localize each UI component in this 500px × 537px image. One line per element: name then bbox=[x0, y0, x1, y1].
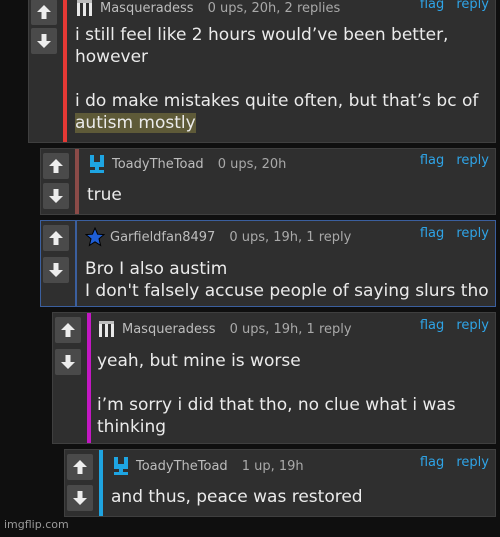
comment-content: Masqueradess 0 ups, 19h, 1 reply flag re… bbox=[97, 313, 495, 443]
comment-3: Garfieldfan8497 0 ups, 19h, 1 reply flag… bbox=[40, 220, 496, 307]
comment-body: i still feel like 2 hours would’ve been … bbox=[75, 24, 489, 134]
arrow-down-icon bbox=[73, 491, 87, 505]
comment-header: ToadyTheToad 0 ups, 20h flag reply bbox=[87, 153, 495, 175]
flag-link[interactable]: flag bbox=[420, 318, 444, 333]
reply-link[interactable]: reply bbox=[456, 0, 489, 12]
avatar[interactable] bbox=[111, 456, 131, 476]
comment-meta: 0 ups, 19h, 1 reply bbox=[229, 229, 352, 245]
comment-body: Bro I also austim I don't falsely accuse… bbox=[85, 258, 489, 302]
username-link[interactable]: Garfieldfan8497 bbox=[110, 230, 215, 245]
vote-column bbox=[41, 221, 71, 306]
comment-meta: 0 ups, 19h, 1 reply bbox=[229, 321, 352, 337]
thread-stripe bbox=[63, 0, 67, 142]
comment-text: yeah, but mine is worse bbox=[97, 351, 301, 371]
reply-link[interactable]: reply bbox=[456, 153, 489, 168]
username-link[interactable]: ToadyTheToad bbox=[112, 157, 204, 172]
vote-column bbox=[41, 149, 71, 214]
arrow-up-icon bbox=[49, 159, 63, 173]
comment-content: ToadyTheToad 1 up, 19h flag reply and th… bbox=[111, 450, 495, 516]
avatar-icon bbox=[114, 457, 128, 475]
username-link[interactable]: ToadyTheToad bbox=[136, 459, 228, 474]
reply-link[interactable]: reply bbox=[456, 226, 489, 241]
watermark: imgflip.com bbox=[4, 518, 69, 531]
flag-link[interactable]: flag bbox=[420, 455, 444, 470]
avatar[interactable] bbox=[75, 0, 95, 18]
comment-meta: 0 ups, 20h, 2 replies bbox=[207, 0, 341, 16]
vote-column bbox=[53, 313, 83, 443]
comment-body: yeah, but mine is worse i’m sorry i did … bbox=[97, 350, 489, 438]
comment-content: Garfieldfan8497 0 ups, 19h, 1 reply flag… bbox=[85, 221, 495, 306]
vote-column bbox=[65, 450, 95, 516]
thread-stripe bbox=[75, 221, 77, 306]
comment-text: Bro I also austim bbox=[85, 259, 228, 279]
comment-header: Masqueradess 0 ups, 20h, 2 replies flag … bbox=[75, 0, 495, 19]
comment-text: however bbox=[75, 47, 149, 67]
reply-link[interactable]: reply bbox=[456, 455, 489, 470]
arrow-down-icon bbox=[49, 189, 63, 203]
comment-header: ToadyTheToad 1 up, 19h flag reply bbox=[111, 455, 495, 477]
downvote-button[interactable] bbox=[43, 183, 69, 209]
arrow-down-icon bbox=[49, 263, 63, 277]
arrow-up-icon bbox=[37, 5, 51, 19]
comment-text: i’m sorry i did that tho, no clue what i… bbox=[97, 395, 456, 415]
comment-meta: 1 up, 19h bbox=[241, 458, 304, 474]
comment-5: ToadyTheToad 1 up, 19h flag reply and th… bbox=[64, 449, 496, 517]
comment-text: i still feel like 2 hours would’ve been … bbox=[75, 25, 449, 45]
comment-content: ToadyTheToad 0 ups, 20h flag reply true bbox=[87, 149, 495, 214]
upvote-button[interactable] bbox=[43, 225, 69, 251]
thread-stripe bbox=[75, 149, 79, 214]
comment-body: true bbox=[87, 184, 489, 206]
username-link[interactable]: Masqueradess bbox=[100, 1, 194, 16]
comment-actions: flag reply bbox=[412, 0, 489, 12]
flag-link[interactable]: flag bbox=[420, 153, 444, 168]
star-icon bbox=[85, 227, 105, 247]
flag-link[interactable]: flag bbox=[420, 0, 444, 12]
avatar[interactable] bbox=[97, 319, 117, 339]
comment-text: and thus, peace was restored bbox=[111, 487, 363, 507]
comment-actions: flag reply bbox=[412, 226, 489, 241]
comment-meta: 0 ups, 20h bbox=[217, 156, 287, 172]
upvote-button[interactable] bbox=[43, 153, 69, 179]
comment-4: Masqueradess 0 ups, 19h, 1 reply flag re… bbox=[52, 312, 496, 444]
highlighted-text: autism mostly bbox=[75, 113, 196, 133]
downvote-button[interactable] bbox=[55, 349, 81, 375]
comment-header: Garfieldfan8497 0 ups, 19h, 1 reply flag… bbox=[85, 226, 495, 248]
upvote-button[interactable] bbox=[31, 0, 57, 25]
username-link[interactable]: Masqueradess bbox=[122, 322, 216, 337]
comment-text: I don't falsely accuse people of saying … bbox=[85, 281, 489, 301]
comment-text: true bbox=[87, 185, 122, 205]
comment-actions: flag reply bbox=[412, 153, 489, 168]
downvote-button[interactable] bbox=[67, 485, 93, 511]
avatar-icon bbox=[99, 321, 114, 337]
avatar-icon bbox=[77, 0, 92, 16]
upvote-button[interactable] bbox=[55, 317, 81, 343]
comment-2: ToadyTheToad 0 ups, 20h flag reply true bbox=[40, 148, 496, 215]
avatar-icon bbox=[90, 155, 104, 173]
downvote-button[interactable] bbox=[43, 257, 69, 283]
arrow-up-icon bbox=[73, 460, 87, 474]
arrow-up-icon bbox=[61, 323, 75, 337]
comment-text: i do make mistakes quite often, but that… bbox=[75, 91, 479, 111]
comment-actions: flag reply bbox=[412, 318, 489, 333]
comment-1: Masqueradess 0 ups, 20h, 2 replies flag … bbox=[28, 0, 496, 143]
avatar[interactable] bbox=[85, 227, 105, 247]
downvote-button[interactable] bbox=[31, 28, 57, 54]
upvote-button[interactable] bbox=[67, 454, 93, 480]
comment-content: Masqueradess 0 ups, 20h, 2 replies flag … bbox=[75, 0, 495, 142]
comment-actions: flag reply bbox=[412, 455, 489, 470]
avatar[interactable] bbox=[87, 154, 107, 174]
thread-stripe bbox=[99, 450, 103, 516]
reply-link[interactable]: reply bbox=[456, 318, 489, 333]
arrow-down-icon bbox=[37, 34, 51, 48]
thread-stripe bbox=[87, 313, 91, 443]
comment-header: Masqueradess 0 ups, 19h, 1 reply flag re… bbox=[97, 318, 495, 340]
flag-link[interactable]: flag bbox=[420, 226, 444, 241]
arrow-up-icon bbox=[49, 231, 63, 245]
comment-body: and thus, peace was restored bbox=[111, 486, 489, 508]
arrow-down-icon bbox=[61, 355, 75, 369]
comment-text: thinking bbox=[97, 417, 167, 437]
vote-column bbox=[29, 0, 59, 142]
